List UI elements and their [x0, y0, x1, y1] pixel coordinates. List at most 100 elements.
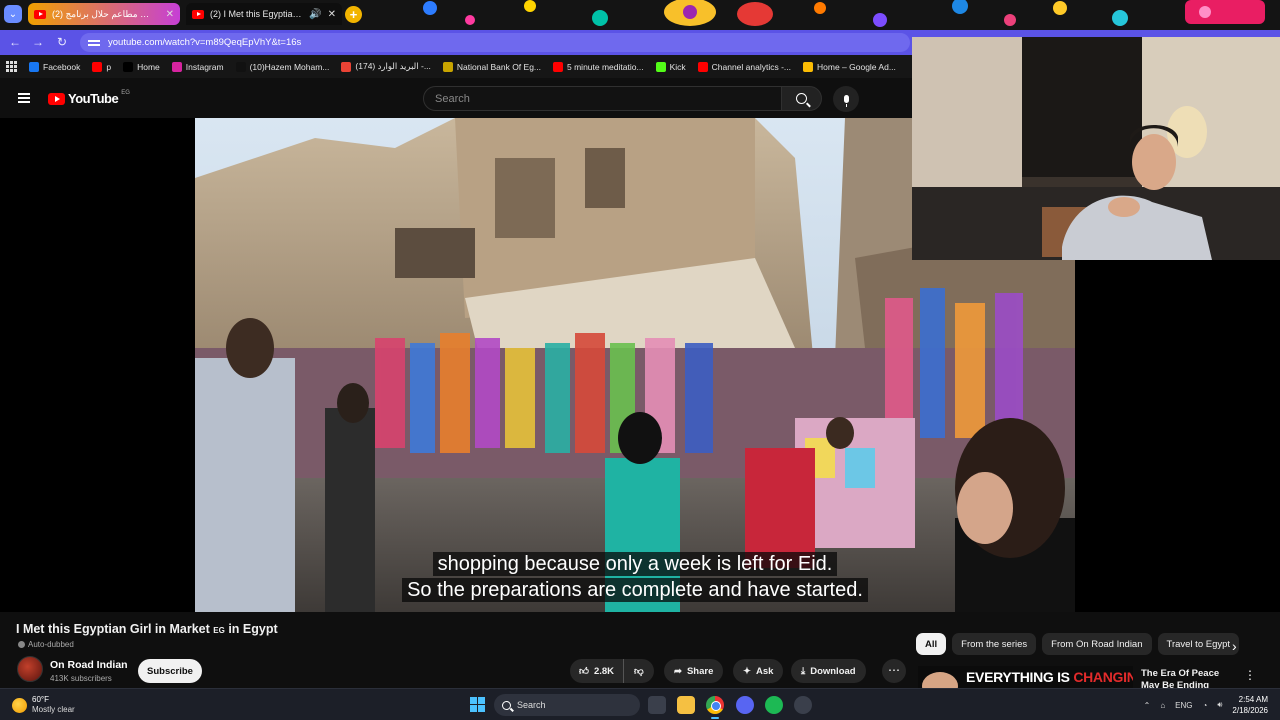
facebook-icon: [29, 61, 39, 72]
caption-line-1: shopping because only a week is left for…: [195, 552, 1075, 576]
youtube-icon: [92, 61, 103, 72]
bookmark-gmail[interactable]: (174) البريد الوارد -...: [341, 61, 431, 72]
task-view-icon[interactable]: [648, 696, 666, 714]
like-button[interactable]: 👍︎ 2.8K: [570, 659, 624, 683]
share-icon: ➦: [674, 665, 682, 677]
clock-date: 2/18/2026: [1232, 706, 1268, 715]
voice-search-button[interactable]: [833, 86, 859, 112]
browser-tab-strip: ⌄ (2) مطاعم حلال برنامج 🍀 Tube ✕ (2) I M…: [0, 0, 1280, 30]
wifi-icon[interactable]: ◔: [1203, 701, 1208, 710]
channel-avatar[interactable]: [17, 656, 43, 682]
gmail-icon: [341, 61, 352, 72]
tab-2-close-icon[interactable]: ✕: [328, 9, 336, 20]
tab-1[interactable]: (2) مطاعم حلال برنامج 🍀 Tube ✕: [28, 3, 180, 25]
instagram-icon: [171, 61, 182, 72]
menu-icon[interactable]: [18, 93, 30, 103]
weather-widget[interactable]: 60°F Mostly clear: [12, 695, 75, 715]
apps-grid-icon[interactable]: [6, 61, 17, 72]
discord-icon[interactable]: [736, 696, 754, 714]
bank-icon: [442, 61, 453, 72]
recommended-thumbnail[interactable]: EVERYTHING IS CHANGING: [918, 666, 1133, 688]
search-button[interactable]: [781, 86, 822, 111]
network-icon[interactable]: ⌂: [1160, 701, 1165, 710]
search-input[interactable]: Search: [423, 86, 782, 111]
download-icon: ⤓: [801, 665, 806, 677]
chip-from-series[interactable]: From the series: [952, 633, 1037, 655]
webcam-overlay: [912, 37, 1280, 260]
bookmark-tiktok[interactable]: (10)Hazem Moham...: [235, 61, 329, 72]
search-icon: [502, 700, 511, 710]
youtube-favicon-icon: [34, 9, 46, 19]
bookmark-meditation[interactable]: 5 minute meditatio...: [553, 61, 644, 72]
subscriber-count: 413K subscribers: [50, 674, 112, 683]
taskbar-search[interactable]: Search: [494, 694, 640, 716]
chip-all[interactable]: All: [916, 633, 947, 655]
bookmark-bank[interactable]: National Bank Of Eg...: [442, 61, 541, 72]
bookmark-channel-analytics[interactable]: Channel analytics -...: [697, 61, 791, 72]
country-code: EG: [121, 89, 130, 96]
channel-name[interactable]: On Road Indian: [50, 659, 128, 671]
kick-icon: [655, 61, 666, 72]
video-title: I Met this Egyptian Girl in Market EG in…: [16, 622, 278, 636]
bookmark-instagram[interactable]: Instagram: [171, 61, 224, 72]
x-icon: [123, 61, 134, 72]
recommended-more-icon[interactable]: ⋮: [1244, 668, 1256, 682]
tab-1-close-icon[interactable]: ✕: [166, 9, 174, 20]
steam-icon[interactable]: [794, 696, 812, 714]
youtube-icon: [553, 61, 564, 72]
caption-line-2: So the preparations are complete and hav…: [195, 578, 1075, 602]
chip-from-channel[interactable]: From On Road Indian: [1042, 633, 1152, 655]
thumbs-down-icon: 👎︎: [634, 666, 644, 677]
youtube-logo-text: YouTube: [68, 91, 119, 106]
weather-condition: Mostly clear: [32, 705, 75, 714]
more-actions-button[interactable]: ⋯: [882, 659, 906, 683]
spotify-icon[interactable]: [765, 696, 783, 714]
weather-temp: 60°F: [32, 695, 49, 704]
screen: ⌄ (2) مطاعم حلال برنامج 🍀 Tube ✕ (2) I M…: [0, 0, 1280, 720]
language-indicator[interactable]: ENG: [1175, 701, 1192, 710]
download-button[interactable]: ⤓ Download: [791, 659, 866, 683]
share-button[interactable]: ➦ Share: [664, 659, 724, 683]
new-tab-button[interactable]: +: [345, 6, 362, 23]
bookmark-facebook[interactable]: Facebook: [29, 61, 80, 72]
youtube-icon: [697, 61, 708, 72]
tab-2-active[interactable]: (2) I Met this Egyptian Girl i 🔊 ✕: [186, 3, 342, 25]
related-filter-chips: All From the series From On Road Indian …: [916, 633, 1240, 655]
bookmark-p[interactable]: p: [92, 61, 111, 72]
address-bar-url[interactable]: youtube.com/watch?v=m89QeqEpVhY&t=16s: [108, 37, 301, 48]
audio-playing-icon[interactable]: 🔊: [309, 9, 321, 20]
tray-chevron-up-icon[interactable]: ⌃: [1144, 701, 1151, 710]
tab-search-button[interactable]: ⌄: [4, 5, 22, 23]
bookmark-kick[interactable]: Kick: [655, 61, 686, 72]
thumbs-up-icon: 👍︎: [579, 666, 589, 677]
tab-1-title: (2) مطاعم حلال برنامج 🍀 Tube: [52, 8, 160, 19]
address-bar[interactable]: youtube.com/watch?v=m89QeqEpVhY&t=16s: [80, 33, 910, 52]
chevron-right-icon[interactable]: ›: [1232, 638, 1237, 654]
back-arrow-icon[interactable]: ←: [8, 35, 22, 49]
forward-arrow-icon[interactable]: →: [31, 35, 45, 49]
search-icon: [796, 93, 807, 104]
youtube-logo[interactable]: YouTube EG: [48, 89, 130, 106]
tab-2-title: (2) I Met this Egyptian Girl i: [210, 9, 303, 19]
system-tray: ⌃ ⌂ ENG ◔ 🔊︎ 2:54 AM 2/18/2026: [1144, 689, 1280, 720]
reload-icon[interactable]: ↻: [55, 35, 69, 49]
bookmark-x-home[interactable]: Home: [123, 61, 160, 72]
thumbnail-person: [922, 672, 958, 688]
chip-travel-egypt[interactable]: Travel to Egypt: [1157, 633, 1240, 655]
dislike-button[interactable]: 👎︎: [623, 659, 654, 683]
youtube-play-icon: [48, 92, 65, 105]
bookmark-google-ads[interactable]: Home – Google Ad...: [803, 61, 896, 72]
chrome-icon[interactable]: [706, 696, 724, 719]
site-info-icon[interactable]: [88, 38, 100, 47]
youtube-favicon-icon: [192, 9, 204, 19]
clock[interactable]: 2:54 AM 2/18/2026: [1232, 694, 1268, 716]
tiktok-icon: [235, 61, 246, 72]
volume-icon[interactable]: 🔊︎: [1217, 700, 1222, 710]
recommended-title[interactable]: The Era Of Peace May Be Ending: [1141, 668, 1237, 690]
thumbnail-text: EVERYTHING IS CHANGING: [966, 669, 1133, 685]
ask-button[interactable]: ✦ Ask: [733, 659, 784, 683]
weather-sun-icon: [12, 697, 27, 713]
subscribe-button[interactable]: Subscribe: [138, 659, 202, 683]
windows-start-icon[interactable]: [470, 697, 485, 712]
file-explorer-icon[interactable]: [677, 696, 695, 714]
